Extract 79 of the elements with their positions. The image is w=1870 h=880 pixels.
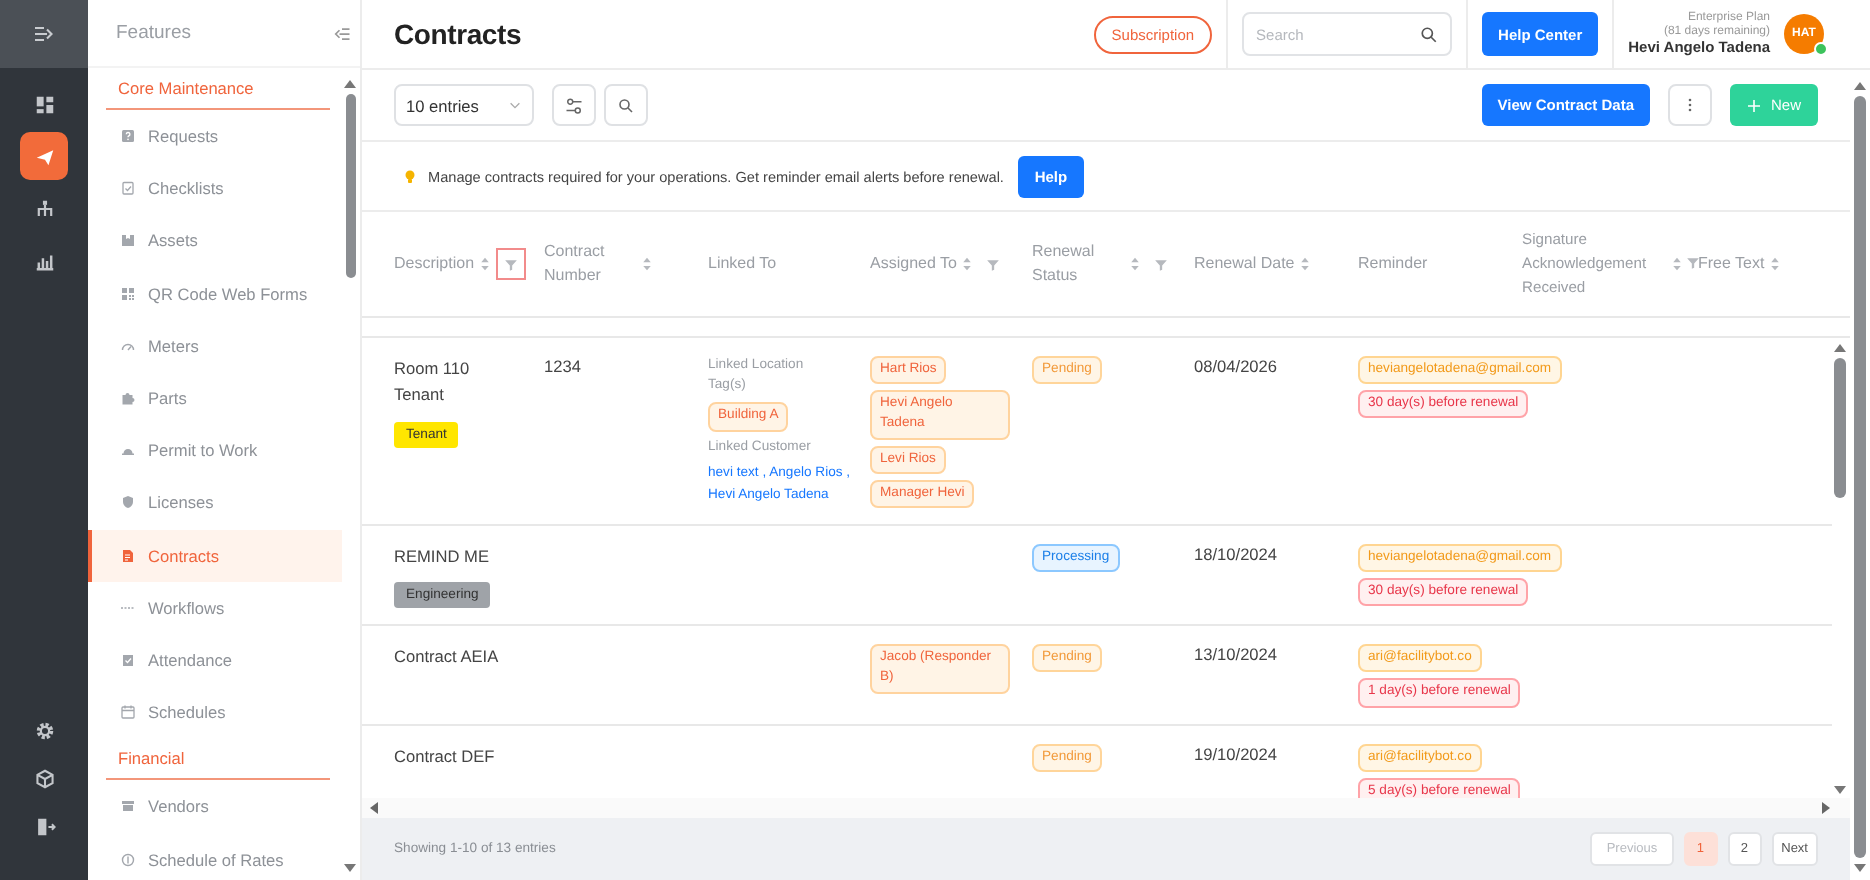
page-title: Contracts [394,18,522,50]
storefront-icon [120,798,136,815]
calendar-icon [120,704,136,721]
renewal-date: 08/04/2026 [1194,356,1278,376]
filter-icon [1686,256,1700,271]
sidebar-item[interactable]: Assets [88,214,342,268]
collapse-button[interactable] [32,22,56,46]
sidebar-item[interactable]: Parts [88,371,342,425]
renewal-date: 18/10/2024 [1194,543,1278,564]
nav-button[interactable] [20,132,68,180]
column-header[interactable]: Renewal Date [1194,251,1358,277]
cube-icon [33,767,55,789]
contract-number: 1234 [544,356,581,376]
panel-title: Features [116,22,191,44]
sidebar-item[interactable]: Schedules [88,686,342,739]
coin-icon [120,851,136,868]
sidebar-item[interactable]: QR Code Web Forms [88,267,342,320]
collapse-icon [332,23,352,43]
sliders-icon [564,95,584,115]
filter-settings-button[interactable] [552,84,596,126]
sidebar-item[interactable]: Schedule of Rates [88,832,342,880]
sidebar-item[interactable]: Permit to Work [88,424,342,477]
renewal-date: 13/10/2024 [1194,644,1278,665]
sidebar-item[interactable]: Vendors [88,780,342,833]
sort-icon [1672,255,1682,272]
collapse-icon [32,22,56,46]
sidebar-item[interactable]: Meters [88,319,342,372]
sidebar-item[interactable]: Licenses [88,476,342,529]
search-icon [1420,25,1439,43]
help-square-icon [120,128,136,145]
sort-icon [1130,256,1140,272]
sort-icon [1300,255,1311,272]
section-heading: Financial [106,738,330,781]
sidebar-item[interactable]: Checklists [88,162,342,215]
column-header[interactable]: Reminder [1358,251,1522,277]
entries-dropdown[interactable]: 10 entries [394,84,534,126]
shield-icon [120,494,136,511]
column-header[interactable]: Free Text [1698,251,1826,277]
plus-icon [1746,97,1763,113]
hierarchy-icon [33,197,55,219]
search-button[interactable] [604,84,648,126]
description-text: Room 110 Tenant [394,356,472,409]
puzzle-icon [120,390,136,407]
horizontal-scrollbar[interactable] [362,798,1850,818]
filter-icon [1154,257,1168,271]
column-header[interactable]: Description [394,248,544,280]
search-icon [618,97,634,113]
sidebar-item[interactable]: Contracts [88,529,342,582]
column-header[interactable]: Renewal Status [1032,239,1194,289]
sort-icon [1770,255,1781,272]
renewal-date: 19/10/2024 [1194,743,1278,764]
clipboard-icon [120,651,136,668]
sort-icon [642,256,652,272]
sidebar-item[interactable]: Workflows [88,581,342,634]
column-header[interactable]: Assigned To [870,248,1032,280]
box-icon [120,232,136,249]
description-text: REMIND ME [394,543,489,570]
settings-icon [33,719,55,741]
document-icon [120,547,136,564]
clipboard-check-icon [120,180,136,197]
description-text: Contract AEIA [394,644,499,671]
filter-icon [504,257,519,271]
qr-code-icon [120,285,136,302]
sidebar-item[interactable]: Attendance [88,633,342,687]
description-text: Contract DEF [394,743,495,770]
sidebar-item[interactable]: Requests [88,110,342,163]
filter-button[interactable] [496,248,527,280]
lightbulb-icon [402,167,418,185]
collapse-button[interactable] [332,23,352,43]
dashboard-icon [33,93,55,115]
chevron-down-icon [508,98,522,112]
filter-icon [986,257,1001,271]
sort-icon [962,256,973,272]
sort-icon [480,256,491,272]
section-heading: Core Maintenance [106,68,330,110]
exit-door-icon [33,815,55,837]
paper-plane-icon [33,145,55,167]
column-header[interactable]: Linked To [708,251,870,277]
column-header[interactable]: Contract Number [544,239,708,289]
